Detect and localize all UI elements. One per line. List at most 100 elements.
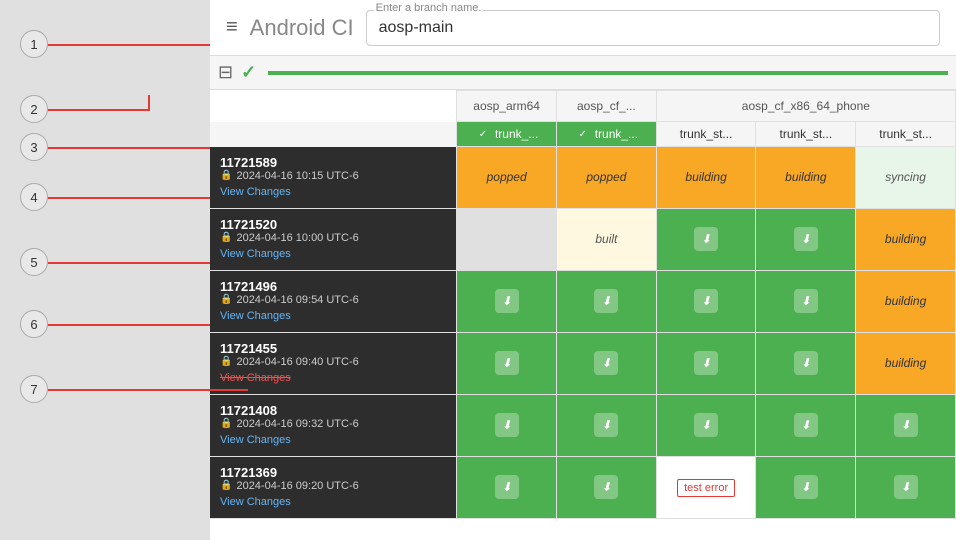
test-error-badge: test error: [677, 479, 735, 497]
status-cell: ⬇: [457, 456, 557, 518]
status-cell: ⬇: [756, 208, 856, 270]
branch-header-row: aosp_arm64 aosp_cf_... aosp_cf_x86_64_ph…: [210, 91, 956, 122]
download-icon[interactable]: ⬇: [594, 351, 618, 375]
download-icon[interactable]: ⬇: [694, 351, 718, 375]
download-icon[interactable]: ⬇: [594, 413, 618, 437]
annotation-panel: 1 2 3 4 5 6 7: [0, 0, 210, 540]
table-row: 11721408 🔒 2024-04-16 09:32 UTC-6 View C…: [210, 394, 956, 456]
table-row: 11721496 🔒 2024-04-16 09:54 UTC-6 View C…: [210, 270, 956, 332]
check-icon-2: ✓: [575, 126, 591, 142]
lock-icon: 🔒: [220, 170, 232, 181]
status-cell: ⬇: [756, 270, 856, 332]
view-changes-link[interactable]: View Changes: [220, 434, 291, 446]
table-row: 11721520 🔒 2024-04-16 10:00 UTC-6 View C…: [210, 208, 956, 270]
status-cell: building: [656, 147, 756, 209]
build-number: 11721408: [220, 403, 446, 418]
toolbar-row: ⊟ ✓: [210, 56, 956, 90]
arrow-line-2: [48, 109, 148, 111]
empty-header: [210, 91, 457, 122]
lock-icon: 🔒: [220, 356, 232, 367]
download-icon[interactable]: ⬇: [894, 475, 918, 499]
download-icon[interactable]: ⬇: [894, 413, 918, 437]
annotation-4: 4: [20, 183, 48, 211]
download-icon[interactable]: ⬇: [694, 227, 718, 251]
build-info-11721496: 11721496 🔒 2024-04-16 09:54 UTC-6 View C…: [210, 270, 457, 332]
lock-icon: 🔒: [220, 418, 232, 429]
download-icon[interactable]: ⬇: [495, 289, 519, 313]
filter-icon[interactable]: ⊟: [218, 62, 233, 83]
build-info-11721520: 11721520 🔒 2024-04-16 10:00 UTC-6 View C…: [210, 208, 457, 270]
trunk-label-4: trunk_st...: [779, 127, 832, 141]
download-icon[interactable]: ⬇: [794, 227, 818, 251]
status-cell: ⬇: [656, 332, 756, 394]
download-icon[interactable]: ⬇: [694, 289, 718, 313]
download-icon[interactable]: ⬇: [794, 475, 818, 499]
status-cell: ⬇: [856, 394, 956, 456]
status-cell: ⬇: [756, 394, 856, 456]
build-number: 11721589: [220, 155, 446, 170]
build-info-11721455: 11721455 🔒 2024-04-16 09:40 UTC-6 View C…: [210, 332, 457, 394]
status-cell: ⬇: [656, 270, 756, 332]
annotation-7: 7: [20, 375, 48, 403]
trunk-label-1: trunk_...: [495, 127, 538, 141]
arrow-line-4: [48, 197, 210, 199]
branch-input-wrapper: Enter a branch name.: [366, 10, 940, 46]
build-info-11721369: 11721369 🔒 2024-04-16 09:20 UTC-6 View C…: [210, 456, 457, 518]
status-cell: syncing: [856, 147, 956, 209]
branch-label: Enter a branch name.: [374, 2, 484, 14]
build-number: 11721520: [220, 217, 446, 232]
download-icon[interactable]: ⬇: [594, 475, 618, 499]
main-content: ≡ Android CI Enter a branch name. ⊟ ✓: [210, 0, 956, 540]
view-changes-link[interactable]: View Changes: [220, 372, 291, 384]
col-aosp-cf-x86: aosp_cf_x86_64_phone: [656, 91, 955, 122]
status-cell: building: [856, 270, 956, 332]
download-icon[interactable]: ⬇: [495, 475, 519, 499]
trunk-col-3: trunk_st...: [656, 122, 756, 147]
status-cell: ⬇: [756, 332, 856, 394]
branch-input[interactable]: [366, 10, 940, 46]
builds-table: aosp_arm64 aosp_cf_... aosp_cf_x86_64_ph…: [210, 90, 956, 519]
download-icon[interactable]: ⬇: [794, 351, 818, 375]
build-info-11721589: 11721589 🔒 2024-04-16 10:15 UTC-6 View C…: [210, 147, 457, 209]
view-changes-link[interactable]: View Changes: [220, 310, 291, 322]
status-cell: ⬇: [856, 456, 956, 518]
header: ≡ Android CI Enter a branch name.: [210, 0, 956, 56]
download-icon[interactable]: ⬇: [594, 289, 618, 313]
table-container: aosp_arm64 aosp_cf_... aosp_cf_x86_64_ph…: [210, 90, 956, 540]
download-icon[interactable]: ⬇: [495, 413, 519, 437]
chevron-right-icon[interactable]: ✓: [241, 62, 256, 83]
col-aosp-arm64: aosp_arm64: [457, 91, 557, 122]
download-icon[interactable]: ⬇: [794, 289, 818, 313]
download-icon[interactable]: ⬇: [694, 413, 718, 437]
annotation-6: 6: [20, 310, 48, 338]
download-icon[interactable]: ⬇: [794, 413, 818, 437]
view-changes-link[interactable]: View Changes: [220, 248, 291, 260]
trunk-col-2: ✓ trunk_...: [557, 122, 657, 147]
hamburger-icon[interactable]: ≡: [226, 16, 238, 39]
table-row: 11721369 🔒 2024-04-16 09:20 UTC-6 View C…: [210, 456, 956, 518]
status-cell: ⬇: [557, 332, 657, 394]
build-date: 🔒 2024-04-16 10:15 UTC-6: [220, 170, 446, 182]
lock-icon: 🔒: [220, 480, 232, 491]
green-progress-bar: [268, 71, 948, 75]
status-cell: ⬇: [457, 332, 557, 394]
build-info-11721408: 11721408 🔒 2024-04-16 09:32 UTC-6 View C…: [210, 394, 457, 456]
table-row: 11721589 🔒 2024-04-16 10:15 UTC-6 View C…: [210, 147, 956, 209]
download-icon[interactable]: ⬇: [495, 351, 519, 375]
col-aosp-cf1: aosp_cf_...: [557, 91, 657, 122]
build-number: 11721496: [220, 279, 446, 294]
build-date: 🔒 2024-04-16 09:54 UTC-6: [220, 294, 446, 306]
build-number: 11721369: [220, 465, 446, 480]
status-cell: building: [856, 332, 956, 394]
status-cell: popped: [557, 147, 657, 209]
lock-icon: 🔒: [220, 294, 232, 305]
status-cell: ⬇: [656, 208, 756, 270]
arrow-line-1: [48, 44, 210, 46]
table-row: 11721455 🔒 2024-04-16 09:40 UTC-6 View C…: [210, 332, 956, 394]
build-date: 🔒 2024-04-16 10:00 UTC-6: [220, 232, 446, 244]
build-number: 11721455: [220, 341, 446, 356]
app-title: Android CI: [250, 15, 354, 41]
view-changes-link[interactable]: View Changes: [220, 186, 291, 198]
view-changes-link[interactable]: View Changes: [220, 496, 291, 508]
annotation-2: 2: [20, 95, 48, 123]
